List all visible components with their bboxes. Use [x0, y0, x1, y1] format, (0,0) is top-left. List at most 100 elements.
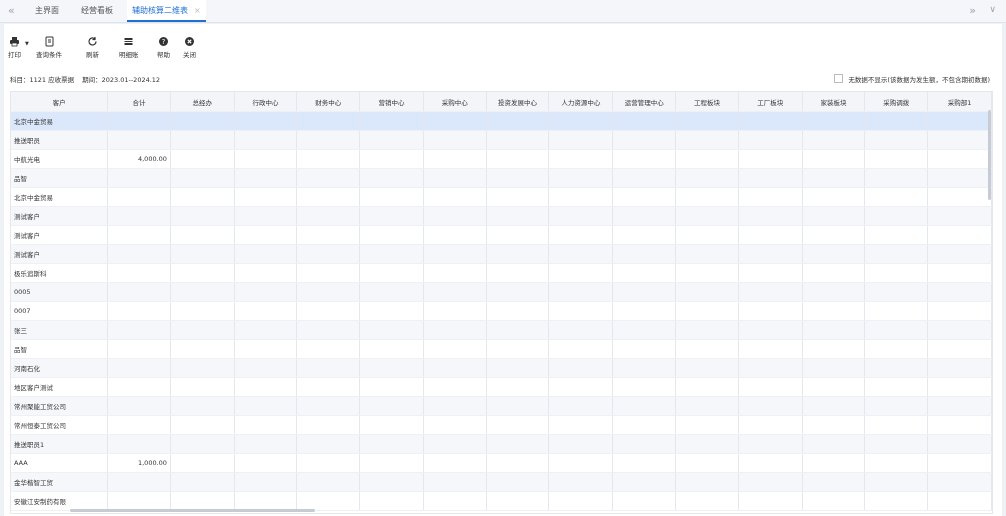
column-header[interactable]: 采购调拨: [864, 92, 929, 112]
column-header[interactable]: 运营管理中心: [612, 92, 677, 112]
amount-cell: [296, 244, 361, 264]
amount-cell: [548, 111, 614, 131]
tab-aux-2d-table[interactable]: 辅助核算二维表 ×: [127, 0, 206, 22]
amount-cell: [864, 415, 929, 435]
amount-cell: [359, 415, 424, 435]
column-header[interactable]: 工程板块: [675, 92, 739, 112]
tabs-scroll-left-icon[interactable]: «: [8, 4, 15, 17]
report-panel: 打印 ▼ 查询条件 刷新 明细账 ? 帮助 关闭 科目：1121 应收票据 期间：…: [4, 24, 1002, 516]
table-row[interactable]: 品智: [11, 168, 992, 188]
amount-cell: [234, 358, 298, 378]
amount-cell: [296, 282, 361, 302]
tab-home[interactable]: 主界面: [30, 0, 64, 22]
column-header[interactable]: 财务中心: [296, 92, 361, 112]
table-row[interactable]: 推送职员1: [11, 434, 992, 454]
table-row[interactable]: 河南石化: [11, 358, 992, 378]
amount-cell: [359, 149, 424, 169]
table-row[interactable]: 张三: [11, 320, 992, 340]
tab-dashboard[interactable]: 经营看板: [76, 0, 118, 22]
amount-cell: [612, 434, 677, 454]
vertical-scrollbar[interactable]: [988, 110, 991, 200]
amount-cell: [802, 415, 866, 435]
column-header[interactable]: 行政中心: [234, 92, 298, 112]
column-header[interactable]: 家装板块: [802, 92, 866, 112]
column-header[interactable]: 采购部1: [927, 92, 992, 112]
table-row[interactable]: 常州聚能工贸公司: [11, 396, 992, 416]
amount-cell: [548, 282, 614, 302]
amount-cell: [296, 377, 361, 397]
amount-cell: [234, 149, 298, 169]
amount-cell: [802, 225, 866, 245]
table-row[interactable]: 中航光电 4,000.00: [11, 149, 992, 169]
table-row[interactable]: 测试客户: [11, 225, 992, 245]
tab-label: 经营看板: [81, 6, 113, 15]
hide-empty-option[interactable]: 无数据不显示(该数据为发生额，不包含期初数据): [834, 74, 990, 84]
table-row[interactable]: AAA 1,000.00: [11, 453, 992, 473]
customer-cell: 北京中金贸易: [11, 111, 109, 131]
customer-cell: 0005: [11, 282, 109, 302]
amount-cell: [802, 187, 866, 207]
amount-cell: [234, 301, 298, 321]
amount-cell: [234, 472, 298, 492]
column-header[interactable]: 人力资源中心: [548, 92, 614, 112]
amount-cell: [927, 320, 992, 340]
table-row[interactable]: 0005: [11, 282, 992, 302]
table-row[interactable]: 极乐追斯科: [11, 263, 992, 283]
amount-cell: [296, 206, 361, 226]
print-dropdown-arrow-icon[interactable]: ▼: [25, 41, 29, 47]
hide-empty-checkbox[interactable]: [834, 74, 844, 83]
amount-cell: [738, 168, 803, 188]
amount-cell: [359, 434, 424, 454]
table-row[interactable]: 推送职员: [11, 130, 992, 150]
amount-cell: [612, 472, 677, 492]
tabs-scroll-right-icon[interactable]: »: [969, 4, 976, 17]
amount-cell: [423, 472, 487, 492]
table-row[interactable]: 地区客户测试: [11, 377, 992, 397]
amount-cell: [802, 491, 866, 511]
column-header[interactable]: 工厂板块: [738, 92, 803, 112]
table-row[interactable]: 品智: [11, 339, 992, 359]
print-button[interactable]: 打印: [8, 36, 21, 59]
total-cell: 1,000.00: [107, 453, 171, 473]
amount-cell: [612, 282, 677, 302]
horizontal-scrollbar[interactable]: [70, 509, 315, 512]
refresh-button[interactable]: 刷新: [86, 36, 99, 59]
table-row[interactable]: 0007: [11, 301, 992, 321]
table-row[interactable]: 北京中金贸易: [11, 111, 992, 131]
tab-label: 主界面: [35, 6, 59, 15]
amount-cell: [675, 377, 739, 397]
table-row[interactable]: 北京中金贸易: [11, 187, 992, 207]
close-button[interactable]: 关闭: [183, 36, 196, 59]
amount-cell: [548, 206, 614, 226]
column-header[interactable]: 营销中心: [359, 92, 424, 112]
amount-cell: [296, 149, 361, 169]
amount-cell: [864, 377, 929, 397]
tab-close-icon[interactable]: ×: [194, 6, 201, 15]
amount-cell: [170, 301, 235, 321]
table-row[interactable]: 测试客户: [11, 244, 992, 264]
amount-cell: [612, 263, 677, 283]
customer-cell: AAA: [11, 453, 109, 473]
amount-cell: [234, 244, 298, 264]
column-header[interactable]: 客户: [11, 92, 109, 112]
help-button[interactable]: ? 帮助: [157, 36, 170, 59]
column-header[interactable]: 总经办: [170, 92, 235, 112]
amount-cell: [927, 225, 992, 245]
amount-cell: [548, 396, 614, 416]
amount-cell: [423, 453, 487, 473]
query-conditions-button[interactable]: 查询条件: [36, 36, 62, 59]
detail-ledger-button[interactable]: 明细账: [119, 36, 139, 59]
amount-cell: [296, 301, 361, 321]
amount-cell: [423, 187, 487, 207]
table-row[interactable]: 金华楷智工贸: [11, 472, 992, 492]
column-header[interactable]: 合计: [107, 92, 171, 112]
column-header[interactable]: 投资发展中心: [486, 92, 550, 112]
column-header[interactable]: 采购中心: [423, 92, 487, 112]
amount-cell: [738, 187, 803, 207]
tabs-menu-chevron-icon[interactable]: ∨: [989, 5, 996, 15]
table-row[interactable]: 测试客户: [11, 206, 992, 226]
amount-cell: [864, 244, 929, 264]
table-row[interactable]: 安徽江安制药有限: [11, 491, 992, 511]
table-row[interactable]: 常州恒泰工贸公司: [11, 415, 992, 435]
amount-cell: [864, 453, 929, 473]
